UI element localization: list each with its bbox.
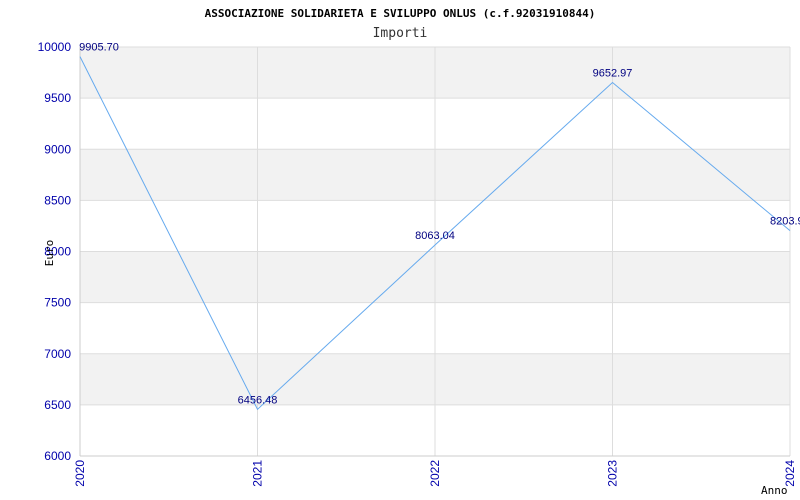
y-tick-label: 6000 (44, 449, 71, 463)
x-tick-label: 2021 (251, 460, 265, 487)
x-axis-label: Anno (761, 484, 788, 497)
y-tick-label: 6500 (44, 398, 71, 412)
data-label: 9905.70 (79, 42, 119, 54)
y-tick-label: 9500 (44, 91, 71, 105)
x-tick-label: 2022 (428, 460, 442, 487)
chart-area: 6000650070007500800085009000950010000 20… (38, 7, 800, 497)
x-tick-label: 2024 (783, 460, 797, 487)
chart-subtitle: Importi (373, 26, 428, 41)
x-tick-label: 2023 (606, 460, 620, 487)
y-tick-label: 8500 (44, 193, 71, 207)
x-tick-label: 2020 (73, 460, 87, 487)
y-tick-label: 7000 (44, 347, 71, 361)
x-tick-labels: 2020 2021 2022 2023 2024 (73, 460, 797, 487)
data-label: 6456.48 (238, 394, 278, 406)
data-label: 8203.9 (770, 216, 800, 228)
chart-title: ASSOCIAZIONE SOLIDARIETA E SVILUPPO ONLU… (205, 7, 596, 20)
data-label: 9652.97 (593, 67, 633, 79)
y-axis-label: Euro (43, 240, 56, 267)
y-tick-label: 10000 (38, 40, 72, 54)
data-label: 8063.04 (415, 230, 455, 242)
y-tick-label: 9000 (44, 142, 71, 156)
y-tick-label: 7500 (44, 296, 71, 310)
